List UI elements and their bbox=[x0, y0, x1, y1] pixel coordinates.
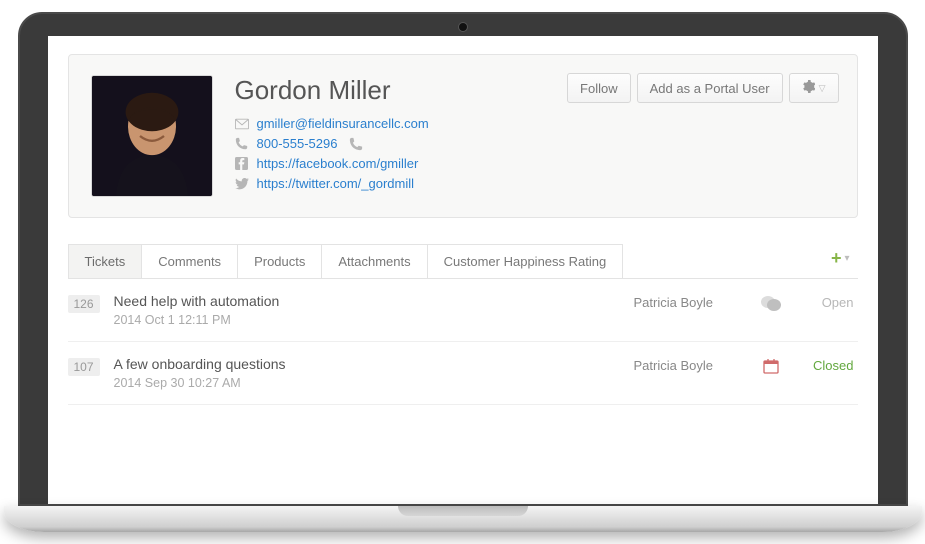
avatar bbox=[91, 75, 213, 197]
tab-happiness[interactable]: Customer Happiness Rating bbox=[427, 244, 624, 278]
ticket-status: Open bbox=[798, 295, 854, 310]
ticket-row[interactable]: 126 Need help with automation 2014 Oct 1… bbox=[68, 279, 858, 342]
ticket-date: 2014 Oct 1 12:11 PM bbox=[114, 313, 620, 327]
screen-bezel: Gordon Miller gmiller@fieldinsurancellc.… bbox=[18, 12, 908, 506]
profile-actions: Follow Add as a Portal User ▽ bbox=[567, 73, 838, 103]
chevron-down-icon: ▾ bbox=[844, 253, 849, 264]
laptop-frame: Gordon Miller gmiller@fieldinsurancellc.… bbox=[18, 12, 908, 532]
tabs: Tickets Comments Products Attachments Cu… bbox=[68, 244, 623, 278]
tab-tickets[interactable]: Tickets bbox=[68, 244, 143, 278]
twitter-link[interactable]: https://twitter.com/_gordmill bbox=[257, 176, 415, 191]
calendar-icon bbox=[758, 358, 784, 374]
add-portal-user-button[interactable]: Add as a Portal User bbox=[637, 73, 783, 103]
email-link[interactable]: gmiller@fieldinsurancellc.com bbox=[257, 116, 429, 131]
phone-row: 800-555-5296 bbox=[235, 136, 835, 151]
add-dropdown[interactable]: + ▾ bbox=[823, 248, 858, 275]
ticket-main: Need help with automation 2014 Oct 1 12:… bbox=[114, 293, 620, 327]
ticket-row[interactable]: 107 A few onboarding questions 2014 Sep … bbox=[68, 342, 858, 405]
ticket-assignee: Patricia Boyle bbox=[634, 358, 744, 373]
laptop-notch bbox=[398, 506, 528, 516]
email-row: gmiller@fieldinsurancellc.com bbox=[235, 116, 835, 131]
tab-attachments[interactable]: Attachments bbox=[321, 244, 427, 278]
ticket-id: 126 bbox=[68, 295, 100, 313]
ticket-title: A few onboarding questions bbox=[114, 356, 620, 372]
plus-icon: + bbox=[831, 248, 842, 269]
webcam bbox=[459, 23, 467, 31]
facebook-icon bbox=[235, 157, 249, 171]
gear-icon bbox=[802, 80, 815, 96]
ticket-id: 107 bbox=[68, 358, 100, 376]
tabs-row: Tickets Comments Products Attachments Cu… bbox=[68, 244, 858, 279]
twitter-row: https://twitter.com/_gordmill bbox=[235, 176, 835, 191]
twitter-icon bbox=[235, 177, 249, 191]
laptop-base bbox=[4, 506, 922, 532]
facebook-link[interactable]: https://facebook.com/gmiller bbox=[257, 156, 419, 171]
tab-products[interactable]: Products bbox=[237, 244, 322, 278]
follow-button[interactable]: Follow bbox=[567, 73, 631, 103]
ticket-status: Closed bbox=[798, 358, 854, 373]
ticket-list: 126 Need help with automation 2014 Oct 1… bbox=[68, 279, 858, 405]
ticket-date: 2014 Sep 30 10:27 AM bbox=[114, 376, 620, 390]
app-screen: Gordon Miller gmiller@fieldinsurancellc.… bbox=[48, 36, 878, 504]
chat-icon bbox=[758, 295, 784, 313]
ticket-main: A few onboarding questions 2014 Sep 30 1… bbox=[114, 356, 620, 390]
facebook-row: https://facebook.com/gmiller bbox=[235, 156, 835, 171]
profile-card: Gordon Miller gmiller@fieldinsurancellc.… bbox=[68, 54, 858, 218]
phone-icon bbox=[235, 137, 249, 151]
mail-icon bbox=[235, 117, 249, 131]
call-icon[interactable] bbox=[349, 137, 363, 151]
tab-comments[interactable]: Comments bbox=[141, 244, 238, 278]
phone-link[interactable]: 800-555-5296 bbox=[257, 136, 338, 151]
ticket-assignee: Patricia Boyle bbox=[634, 295, 744, 310]
chevron-down-icon: ▽ bbox=[819, 83, 826, 94]
ticket-title: Need help with automation bbox=[114, 293, 620, 309]
settings-dropdown-button[interactable]: ▽ bbox=[789, 73, 839, 103]
